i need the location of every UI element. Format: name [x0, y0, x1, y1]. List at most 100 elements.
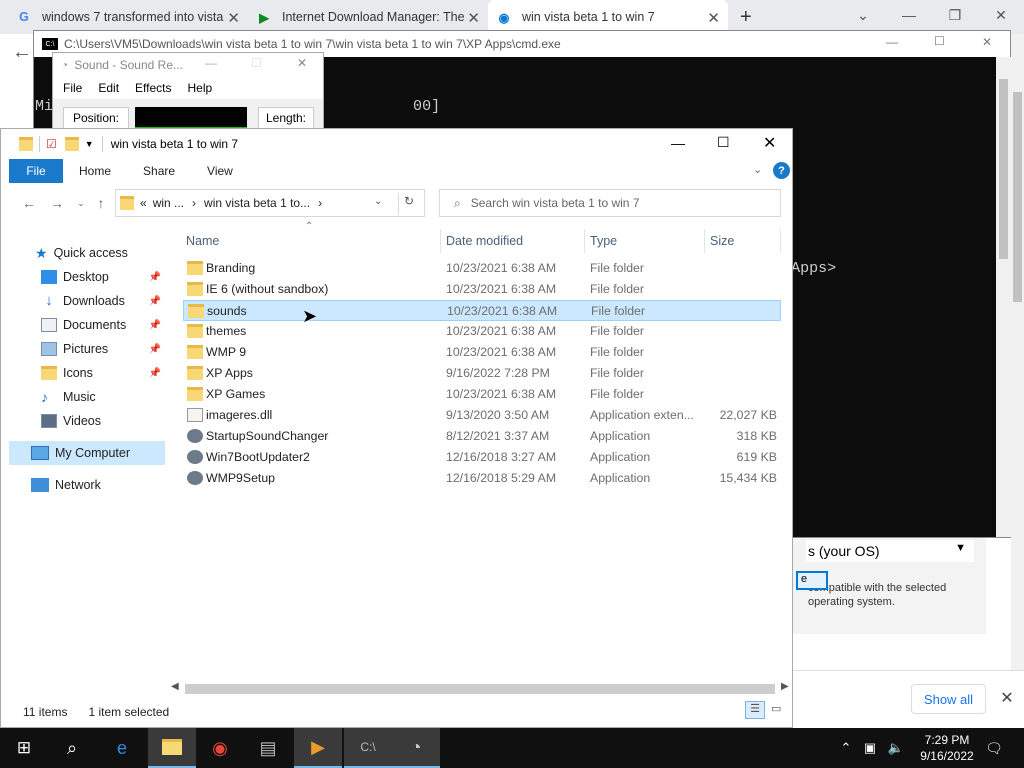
- nav-videos[interactable]: Videos: [9, 409, 165, 433]
- nav-desktop[interactable]: Desktop 📌: [9, 265, 165, 289]
- menu-edit[interactable]: Edit: [98, 81, 119, 95]
- archive-icon[interactable]: ▤: [244, 728, 292, 768]
- column-date-modified[interactable]: Date modified: [441, 229, 585, 253]
- chrome-icon[interactable]: ◉: [196, 728, 244, 768]
- file-row[interactable]: StartupSoundChanger 8/12/2021 3:37 AM Appl…: [183, 426, 781, 447]
- menu-help[interactable]: Help: [188, 81, 213, 95]
- refresh-icon[interactable]: ↻: [404, 194, 414, 208]
- file-row[interactable]: WMP 9 10/23/2021 6:38 AM File folder: [183, 342, 781, 363]
- sound-title-bar[interactable]: ◔ Sound - Sound Re... — ☐ ✕: [53, 53, 323, 77]
- minimize-icon[interactable]: —: [886, 0, 932, 30]
- nav-network[interactable]: Network: [9, 473, 165, 497]
- file-explorer-icon[interactable]: [148, 728, 196, 768]
- chevron-down-icon[interactable]: ⌄: [374, 196, 382, 207]
- search-input[interactable]: ⌕ Search win vista beta 1 to win 7: [439, 189, 781, 217]
- chevron-right-icon[interactable]: ›: [192, 196, 196, 210]
- restore-icon[interactable]: ❐: [932, 0, 978, 30]
- nav-downloads[interactable]: ↓ Downloads 📌: [9, 289, 165, 313]
- maximize-icon[interactable]: ☐: [934, 34, 945, 48]
- close-tab-icon[interactable]: ✕: [467, 9, 480, 27]
- ribbon-share-tab[interactable]: Share: [127, 164, 191, 178]
- maximize-icon[interactable]: ☐: [717, 134, 730, 151]
- nav-pictures[interactable]: Pictures 📌: [9, 337, 165, 361]
- forward-arrow-icon[interactable]: →: [47, 193, 67, 213]
- file-row[interactable]: Win7BootUpdater2 12/16/2018 3:27 AM Applic…: [183, 447, 781, 468]
- sound-recorder-window[interactable]: ◔ Sound - Sound Re... — ☐ ✕ File Edit Ef…: [52, 52, 324, 130]
- file-row[interactable]: Branding 10/23/2021 6:38 AM File folder: [183, 258, 781, 279]
- scroll-left-icon[interactable]: ◀: [171, 681, 179, 692]
- close-window-icon[interactable]: ✕: [982, 35, 992, 49]
- network-tray-icon[interactable]: ▣: [858, 728, 882, 768]
- ribbon-file-tab[interactable]: File: [9, 159, 63, 183]
- nav-music[interactable]: ♪ Music: [9, 385, 165, 409]
- cmd-icon[interactable]: C:\: [344, 728, 392, 768]
- scrollbar-thumb[interactable]: [185, 684, 775, 694]
- close-tab-icon[interactable]: ✕: [227, 9, 240, 27]
- chevron-right-icon[interactable]: ›: [318, 196, 322, 210]
- scrollbar-thumb[interactable]: [1013, 92, 1022, 302]
- new-tab-button[interactable]: +: [732, 0, 762, 34]
- clock[interactable]: 7:29 PM 9/16/2022: [910, 732, 984, 764]
- close-window-icon[interactable]: ✕: [297, 56, 307, 70]
- minimize-icon[interactable]: —: [205, 56, 217, 70]
- explorer-title-bar[interactable]: ☑ ▼ win vista beta 1 to win 7 — ☐ ✕: [1, 129, 794, 159]
- chevron-down-icon[interactable]: ▼: [85, 139, 94, 149]
- volume-icon[interactable]: 🔈: [884, 728, 908, 768]
- os-select[interactable]: s (your OS) ▼: [806, 540, 974, 562]
- show-all-button[interactable]: Show all: [911, 684, 986, 714]
- scrollbar-thumb[interactable]: [999, 79, 1008, 259]
- nav-icons[interactable]: Icons 📌: [9, 361, 165, 385]
- address-bar[interactable]: « win ... › win vista beta 1 to... › ⌄ ↻: [115, 189, 425, 217]
- explorer-window[interactable]: ☑ ▼ win vista beta 1 to win 7 — ☐ ✕ File…: [0, 128, 793, 728]
- browser-tab-google[interactable]: G windows 7 transformed into vista ✕: [8, 0, 248, 34]
- horizontal-scrollbar[interactable]: ◀ ▶: [171, 681, 791, 697]
- chevron-up-icon[interactable]: ⌃: [834, 728, 858, 768]
- start-button[interactable]: ⊞: [0, 728, 48, 768]
- properties-icon[interactable]: ☑: [46, 137, 57, 151]
- file-row[interactable]: imageres.dll 9/13/2020 3:50 AM Application…: [183, 405, 781, 426]
- breadcrumb-item[interactable]: win ...: [153, 196, 184, 210]
- menu-effects[interactable]: Effects: [135, 81, 171, 95]
- large-icons-view-icon[interactable]: ▭: [771, 702, 781, 715]
- file-row[interactable]: IE 6 (without sandbox) 10/23/2021 6:38 AM…: [183, 279, 781, 300]
- back-arrow-icon[interactable]: ←: [10, 40, 34, 64]
- tab-search-icon[interactable]: ⌄: [840, 0, 886, 30]
- media-player-icon[interactable]: ▶: [294, 728, 342, 768]
- compat-button[interactable]: e: [796, 571, 828, 590]
- column-size[interactable]: Size: [705, 229, 781, 253]
- up-arrow-icon[interactable]: ↑: [91, 193, 111, 213]
- nav-documents[interactable]: Documents 📌: [9, 313, 165, 337]
- nav-my-computer[interactable]: My Computer: [9, 441, 165, 465]
- back-arrow-icon[interactable]: ←: [19, 193, 39, 213]
- sound-recorder-icon[interactable]: ◔: [392, 728, 440, 768]
- overflow-chevron-icon[interactable]: «: [140, 196, 147, 210]
- ribbon-view-tab[interactable]: View: [191, 164, 249, 178]
- file-row[interactable]: sounds 10/23/2021 6:38 AM File folder: [183, 300, 781, 321]
- file-row[interactable]: XP Games 10/23/2021 6:38 AM File folder: [183, 384, 781, 405]
- scroll-right-icon[interactable]: ▶: [781, 681, 789, 692]
- breadcrumb-item[interactable]: win vista beta 1 to...: [204, 196, 310, 210]
- menu-file[interactable]: File: [63, 81, 82, 95]
- nav-quick-access[interactable]: ★ Quick access: [9, 241, 165, 265]
- notifications-icon[interactable]: 🗨: [980, 728, 1008, 768]
- close-icon[interactable]: ✕: [997, 688, 1017, 708]
- close-tab-icon[interactable]: ✕: [707, 9, 720, 27]
- help-icon[interactable]: ?: [773, 162, 790, 179]
- browser-tab-idm[interactable]: ▶ Internet Download Manager: The ✕: [248, 0, 488, 34]
- close-window-icon[interactable]: ✕: [763, 133, 776, 153]
- file-row[interactable]: themes 10/23/2021 6:38 AM File folder: [183, 321, 781, 342]
- column-type[interactable]: Type: [585, 229, 705, 253]
- browser-tab-active[interactable]: ◉ win vista beta 1 to win 7 ✕: [488, 0, 728, 34]
- new-folder-icon[interactable]: [64, 137, 79, 151]
- column-name[interactable]: Name: [181, 229, 441, 253]
- chevron-down-icon[interactable]: ⌄: [753, 163, 762, 176]
- minimize-icon[interactable]: —: [886, 35, 898, 49]
- close-window-icon[interactable]: ✕: [978, 0, 1024, 30]
- page-scrollbar[interactable]: [1011, 34, 1024, 670]
- file-row[interactable]: WMP9Setup 12/16/2018 5:29 AM Application 15…: [183, 468, 781, 489]
- cmd-scrollbar[interactable]: [996, 57, 1011, 537]
- minimize-icon[interactable]: —: [671, 135, 685, 151]
- details-view-icon[interactable]: ☰: [745, 701, 765, 719]
- ribbon-home-tab[interactable]: Home: [63, 164, 127, 178]
- recent-locations-icon[interactable]: ⌄: [71, 193, 91, 213]
